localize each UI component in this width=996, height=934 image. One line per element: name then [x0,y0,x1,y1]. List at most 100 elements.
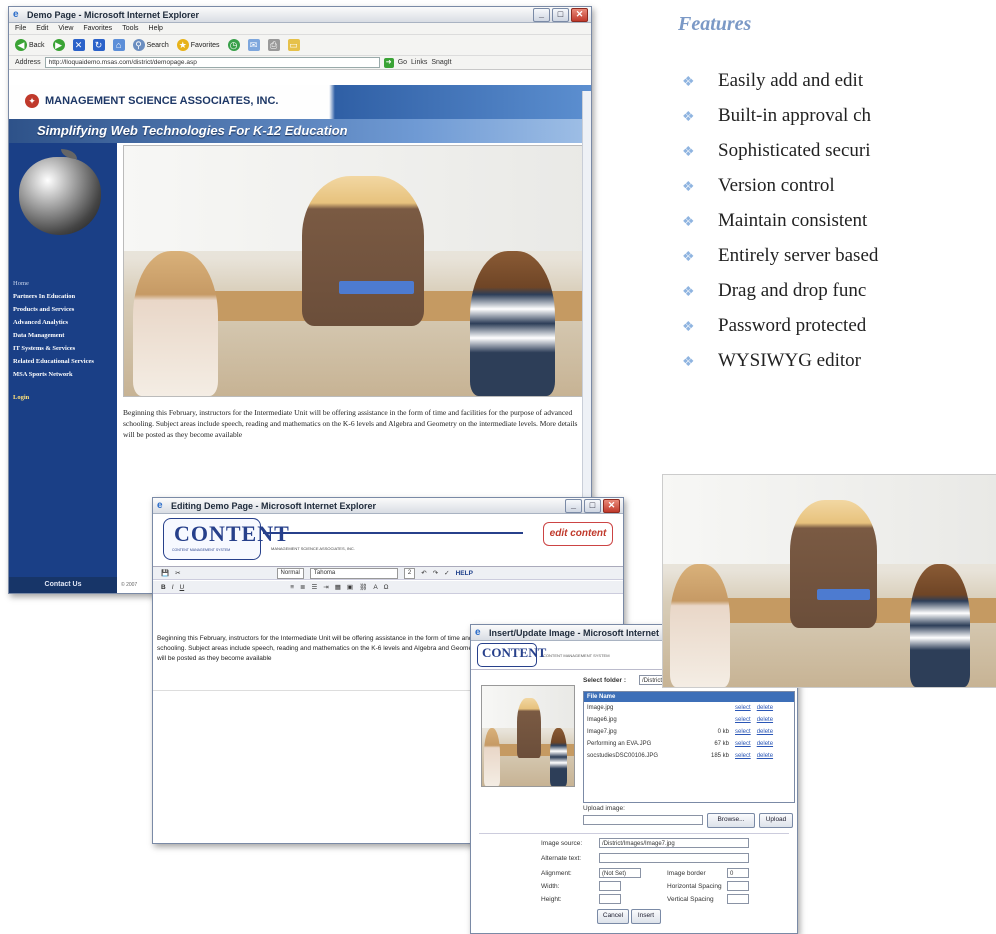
image-icon[interactable]: ▣ [347,583,353,591]
forward-icon[interactable]: ▶ [52,39,65,51]
favorites-button[interactable]: ★ Favorites [176,39,220,51]
history-icon[interactable]: ◷ [227,39,240,51]
file-row[interactable]: socstudiesDSC00106.JPG 185 kb select delete [584,750,794,762]
delete-link[interactable]: delete [757,702,773,714]
align-left-icon[interactable]: ≡ [290,584,294,591]
folder-icon[interactable]: ▭ [287,39,300,51]
maximize-button[interactable]: □ [584,498,601,513]
nav-home[interactable]: Home [13,277,94,290]
nav-sports-network[interactable]: MSA Sports Network [13,368,94,381]
select-link[interactable]: select [735,738,751,750]
redo-icon[interactable]: ↷ [433,569,438,577]
file-row[interactable]: Image6.jpg select delete [584,714,794,726]
search-icon: ⚲ [132,39,145,51]
image-source-input[interactable]: /District/Images/Image7.jpg [599,838,749,848]
go-label[interactable]: Go [398,59,407,66]
bold-icon[interactable]: B [161,584,166,591]
alt-text-input[interactable] [599,853,749,863]
minimize-button[interactable]: _ [533,7,550,22]
insert-button[interactable]: Insert [631,909,661,924]
save-icon[interactable]: 💾 [161,569,169,577]
minimize-button[interactable]: _ [565,498,582,513]
align-center-icon[interactable]: ≣ [300,583,305,591]
content-logo-text: CONTENT [482,645,547,660]
style-select[interactable]: Normal [276,567,304,579]
select-link[interactable]: select [735,714,751,726]
file-size: 0 kb [717,729,729,735]
cancel-button[interactable]: Cancel [597,909,629,924]
file-row[interactable]: Image.jpg select delete [584,702,794,714]
announcement-text: Beginning this February, instructors for… [123,408,578,439]
print-icon[interactable]: ⎙ [267,39,280,51]
feature-item: ❖ Password protected [678,315,866,337]
spellcheck-icon[interactable]: ✓ [444,569,449,577]
cut-icon[interactable]: ✂ [175,569,180,577]
snagit-label[interactable]: SnagIt [431,59,451,66]
width-input[interactable] [599,881,621,891]
feature-text: Entirely server based [718,245,879,266]
menu-favorites[interactable]: Favorites [83,25,112,32]
close-button[interactable]: ✕ [603,498,620,513]
underline-icon[interactable]: U [180,584,185,591]
file-row[interactable]: Image7.jpg 0 kb select delete [584,726,794,738]
nav-analytics[interactable]: Advanced Analytics [13,316,94,329]
link-icon[interactable]: ⛓ [359,583,367,591]
delete-link[interactable]: delete [757,726,773,738]
delete-link[interactable]: delete [757,738,773,750]
height-input[interactable] [599,894,621,904]
browse-button[interactable]: Browse... [707,813,755,828]
back-button[interactable]: ◀ Back [15,39,45,51]
stop-icon[interactable]: ✕ [72,39,85,51]
close-button[interactable]: ✕ [571,7,588,22]
editor-window-title: Editing Demo Page - Microsoft Internet E… [171,500,377,511]
special-char-icon[interactable]: Ω [384,584,389,591]
menu-file[interactable]: File [15,25,26,32]
select-link[interactable]: select [735,750,751,762]
menu-edit[interactable]: Edit [36,25,48,32]
hspace-input[interactable] [727,881,749,891]
vspace-input[interactable] [727,894,749,904]
bullets-icon[interactable]: ☰ [311,583,317,591]
contact-us-link[interactable]: Contact Us [9,577,117,593]
refresh-icon[interactable]: ↻ [92,39,105,51]
feature-item: ❖ WYSIWYG editor [678,350,861,372]
indent-icon[interactable]: ⇥ [323,583,328,591]
go-arrow-icon[interactable]: ➜ [383,57,394,68]
nav-partners[interactable]: Partners In Education [13,290,94,303]
maximize-button[interactable]: □ [552,7,569,22]
menu-help[interactable]: Help [149,25,163,32]
upload-button[interactable]: Upload [759,813,793,828]
undo-icon[interactable]: ↶ [421,569,426,577]
alignment-select[interactable]: (Not Set) [599,868,641,878]
font-select[interactable]: Tahoma [309,567,398,579]
menu-view[interactable]: View [58,25,73,32]
home-icon[interactable]: ⌂ [112,39,125,51]
silver-apple-logo [19,157,101,235]
menu-tools[interactable]: Tools [122,25,138,32]
nav-login[interactable]: Login [13,391,94,404]
delete-link[interactable]: delete [757,750,773,762]
features-title: Features [678,13,752,35]
select-link[interactable]: select [735,726,751,738]
nav-data-management[interactable]: Data Management [13,329,94,342]
size-select[interactable]: 2 [403,567,416,579]
color-icon[interactable]: A [373,584,377,591]
nav-products[interactable]: Products and Services [13,303,94,316]
italic-icon[interactable]: I [172,584,174,591]
help-button[interactable]: HELP [456,570,473,577]
select-link[interactable]: select [735,702,751,714]
file-row[interactable]: Performing an EVA.JPG 67 kb select delete [584,738,794,750]
links-label[interactable]: Links [411,59,427,66]
nav-it-systems[interactable]: IT Systems & Services [13,342,94,355]
upload-file-input[interactable] [583,815,703,825]
image-border-select[interactable]: 0 [727,868,749,878]
table-icon[interactable]: ▦ [335,583,341,591]
nav-related-services[interactable]: Related Educational Services [13,355,94,368]
mail-icon[interactable]: ✉ [247,39,260,51]
address-input[interactable]: http://lloquaidemo.msas.com/district/dem… [44,57,380,68]
search-button[interactable]: ⚲ Search [132,39,169,51]
delete-link[interactable]: delete [757,714,773,726]
left-navigation: Home Partners In Education Products and … [9,143,117,577]
back-label: Back [29,41,45,49]
site-tagline-bar: Simplifying Web Technologies For K-12 Ed… [9,119,591,143]
